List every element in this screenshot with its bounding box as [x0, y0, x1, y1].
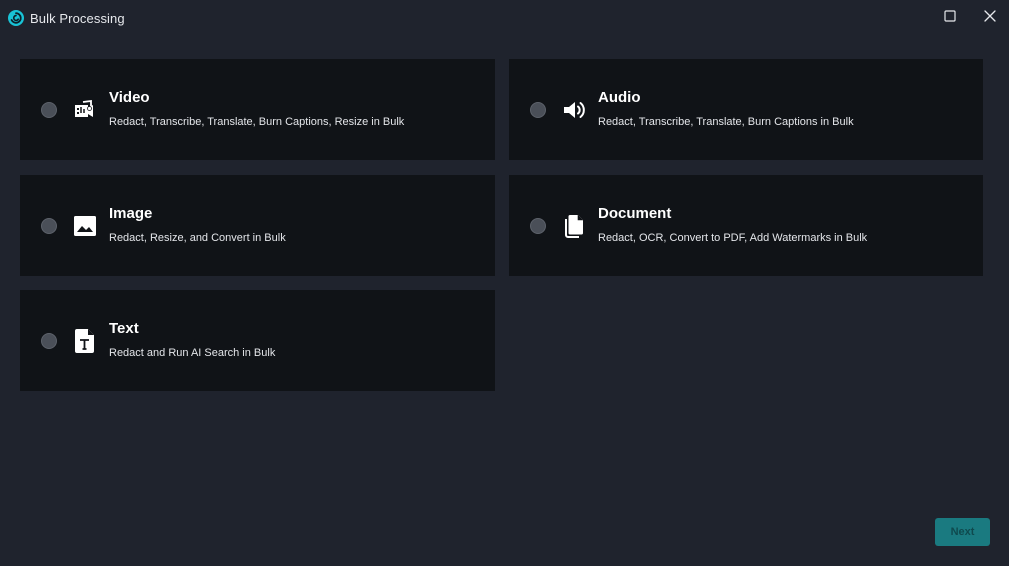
option-card-video[interactable]: Video Redact, Transcribe, Translate, Bur… [20, 59, 495, 160]
option-title-audio: Audio [598, 89, 641, 106]
maximize-button[interactable] [940, 8, 960, 28]
option-card-text[interactable]: Text Redact and Run AI Search in Bulk [20, 290, 495, 391]
option-description-image: Redact, Resize, and Convert in Bulk [109, 232, 286, 244]
close-button[interactable] [980, 8, 1000, 28]
option-title-video: Video [109, 89, 150, 106]
option-title-image: Image [109, 205, 153, 222]
document-copy-icon [561, 213, 587, 239]
option-card-audio[interactable]: Audio Redact, Transcribe, Translate, Bur… [509, 59, 983, 160]
option-description-audio: Redact, Transcribe, Translate, Burn Capt… [598, 116, 854, 128]
radio-video[interactable] [41, 102, 57, 118]
video-audio-icon [72, 97, 98, 123]
speaker-icon [561, 97, 587, 123]
bulk-processing-window: Bulk Processing Video Redact, Transcribe… [0, 0, 1009, 566]
option-description-video: Redact, Transcribe, Translate, Burn Capt… [109, 116, 405, 128]
option-description-document: Redact, OCR, Convert to PDF, Add Waterma… [598, 232, 868, 244]
text-file-icon [72, 328, 98, 354]
option-title-document: Document [598, 205, 672, 222]
option-description-text: Redact and Run AI Search in Bulk [109, 347, 276, 359]
title-bar: Bulk Processing [0, 0, 1009, 36]
radio-document[interactable] [530, 218, 546, 234]
radio-text[interactable] [41, 333, 57, 349]
app-logo-icon [8, 10, 24, 26]
close-icon [984, 9, 996, 27]
next-button[interactable]: Next [935, 518, 990, 546]
window-title: Bulk Processing [30, 11, 125, 26]
image-icon [72, 213, 98, 239]
maximize-icon [944, 9, 956, 27]
radio-image[interactable] [41, 218, 57, 234]
option-card-image[interactable]: Image Redact, Resize, and Convert in Bul… [20, 175, 495, 276]
radio-audio[interactable] [530, 102, 546, 118]
option-title-text: Text [109, 320, 139, 337]
option-card-document[interactable]: Document Redact, OCR, Convert to PDF, Ad… [509, 175, 983, 276]
